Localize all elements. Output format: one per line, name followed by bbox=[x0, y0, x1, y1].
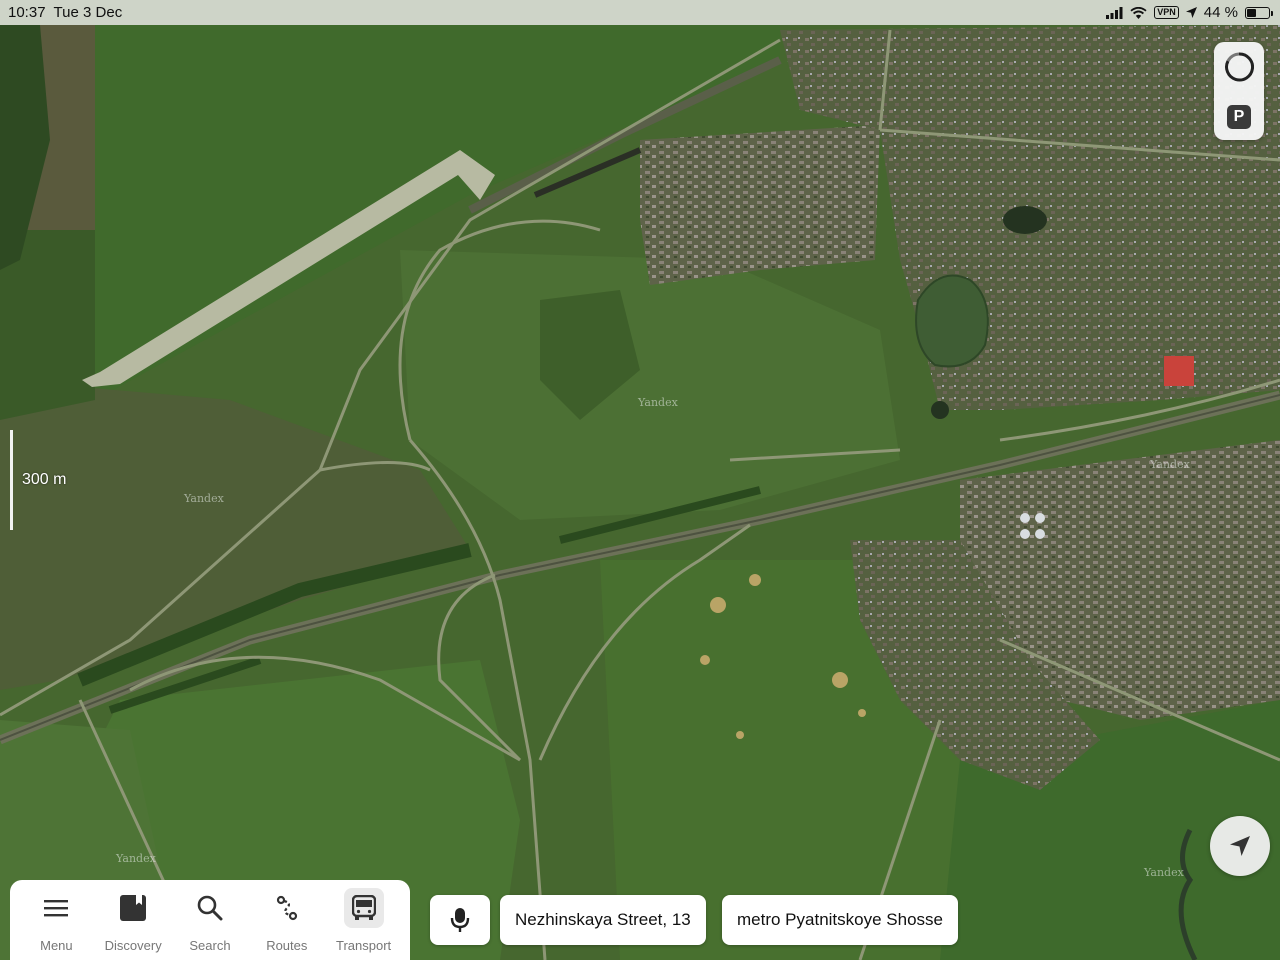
scale-bar bbox=[10, 430, 13, 530]
status-date: Tue 3 Dec bbox=[53, 4, 123, 21]
scale-label: 300 m bbox=[22, 471, 67, 488]
parking-layer-button[interactable]: P bbox=[1227, 105, 1251, 129]
voice-search-button[interactable] bbox=[430, 895, 490, 945]
microphone-icon bbox=[450, 908, 470, 932]
quick-destination-chip[interactable]: Nezhinskaya Street, 13 bbox=[500, 895, 706, 945]
traffic-layer-icon[interactable] bbox=[1224, 52, 1254, 82]
red-roof-building bbox=[1164, 356, 1194, 386]
vpn-badge: VPN bbox=[1154, 6, 1179, 19]
wifi-icon bbox=[1130, 6, 1147, 19]
bookmark-icon bbox=[120, 895, 147, 921]
quick-destination-chip[interactable]: metro Pyatnitskoye Shosse bbox=[722, 895, 958, 945]
map-watermark: Yandex bbox=[116, 852, 156, 865]
battery-icon bbox=[1245, 6, 1273, 19]
town-block-north bbox=[640, 125, 880, 285]
map-watermark: Yandex bbox=[184, 492, 224, 505]
navigation-arrow-icon bbox=[1230, 836, 1250, 856]
nav-label: Routes bbox=[266, 938, 308, 953]
pond bbox=[915, 274, 989, 368]
search-icon bbox=[197, 895, 223, 921]
battery-fill bbox=[1247, 8, 1256, 17]
nav-search[interactable]: Search bbox=[172, 888, 249, 960]
bus-icon bbox=[351, 895, 376, 920]
nav-label: Search bbox=[189, 938, 231, 953]
battery-percent: 44 % bbox=[1203, 4, 1238, 21]
routes-icon bbox=[276, 895, 297, 921]
status-bar: 10:37 Tue 3 Dec VPN 44 % bbox=[0, 0, 1280, 25]
map-watermark: Yandex bbox=[638, 396, 678, 409]
menu-icon bbox=[44, 900, 69, 917]
nav-discovery[interactable]: Discovery bbox=[95, 888, 172, 960]
my-location-button[interactable] bbox=[1210, 816, 1270, 876]
nav-routes[interactable]: Routes bbox=[248, 888, 325, 960]
map-watermark: Yandex bbox=[1150, 458, 1190, 471]
location-arrow-icon bbox=[1185, 7, 1197, 18]
nav-label: Menu bbox=[40, 938, 73, 953]
map-watermark: Yandex bbox=[1144, 866, 1184, 879]
nav-label: Transport bbox=[336, 938, 392, 953]
bottom-nav-bar: Menu Discovery Search Routes Transport bbox=[10, 880, 410, 960]
small-pond bbox=[1003, 206, 1047, 234]
satellite-map[interactable] bbox=[0, 0, 1280, 960]
status-time: 10:37 bbox=[8, 4, 46, 21]
map-layers-panel: P bbox=[1214, 42, 1264, 140]
nav-menu[interactable]: Menu bbox=[18, 888, 95, 960]
nav-label: Discovery bbox=[104, 938, 162, 953]
nav-transport[interactable]: Transport bbox=[325, 888, 402, 960]
cellular-signal-icon bbox=[1106, 6, 1123, 19]
